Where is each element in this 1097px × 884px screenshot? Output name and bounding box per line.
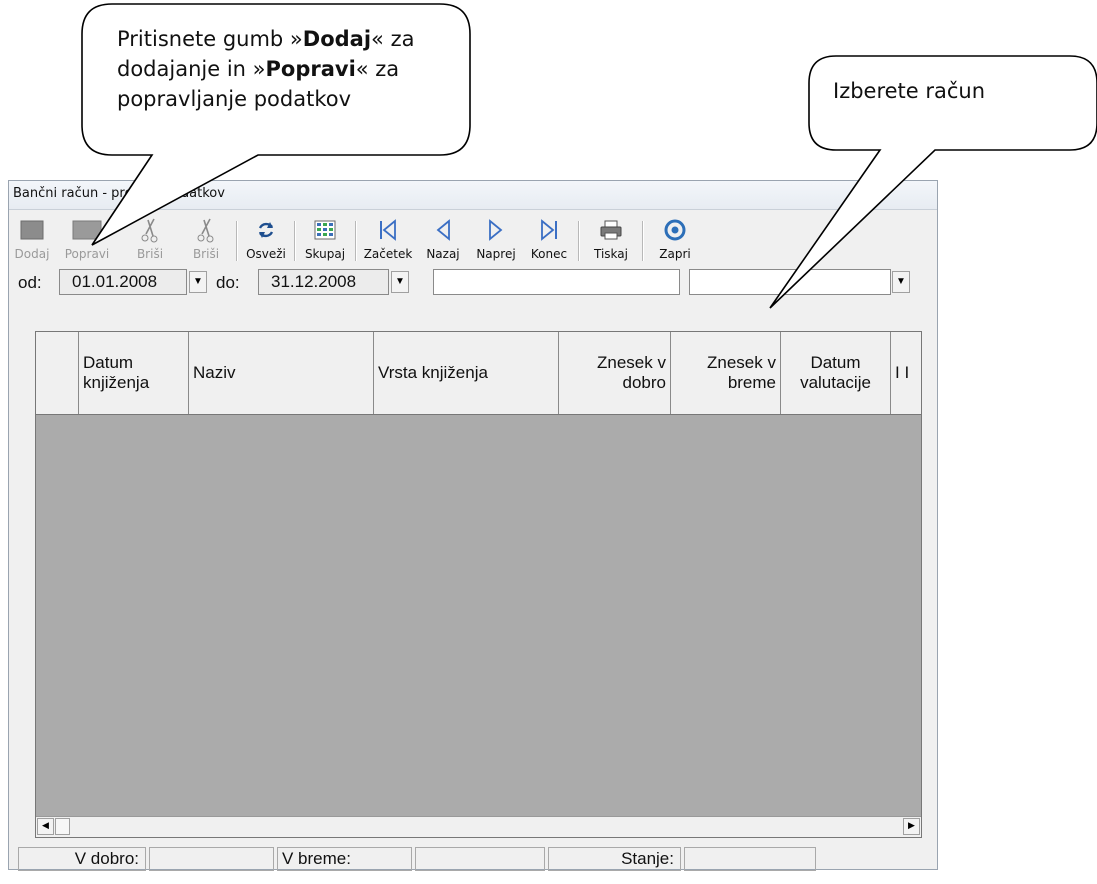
to-label: do:	[216, 273, 240, 292]
next-icon	[470, 215, 522, 245]
column-header-datum-knjizenja[interactable]: Datum knjiženja	[79, 332, 189, 414]
account-dropdown[interactable]: ▼	[892, 271, 910, 293]
from-date-dropdown[interactable]: ▼	[189, 271, 207, 293]
toolbar-separator	[294, 221, 296, 261]
scissors-icon	[178, 215, 234, 245]
credit-value	[149, 847, 274, 871]
toolbar-separator	[578, 221, 580, 261]
popravi-emphasis: Popravi	[265, 57, 356, 81]
refresh-button[interactable]: Osveži	[240, 215, 292, 267]
add-icon	[12, 215, 52, 245]
grid-header: Datum knjiženja Naziv Vrsta knjiženja Zn…	[36, 332, 921, 415]
delete-button-2[interactable]: Briši	[178, 215, 234, 267]
data-grid[interactable]: Datum knjiženja Naziv Vrsta knjiženja Zn…	[35, 331, 922, 838]
summary-button[interactable]: Skupaj	[297, 215, 353, 267]
edit-button[interactable]: Popravi	[52, 215, 122, 267]
previous-button[interactable]: Nazaj	[418, 215, 468, 267]
refresh-icon	[240, 215, 292, 245]
print-button[interactable]: Tiskaj	[582, 215, 640, 267]
first-button[interactable]: Začetek	[358, 215, 418, 267]
dodaj-emphasis: Dodaj	[302, 27, 372, 51]
toolbar-separator	[355, 221, 357, 261]
window-content: Dodaj Popravi Briši Briši Osveži Skupaj …	[12, 211, 934, 871]
to-date-field[interactable]: 31.12.2008	[258, 269, 389, 295]
horizontal-scrollbar[interactable]: ◀ ▶	[36, 816, 921, 837]
printer-icon	[582, 215, 640, 245]
column-header-vrsta-knjizenja[interactable]: Vrsta knjiženja	[374, 332, 559, 414]
last-button[interactable]: Konec	[524, 215, 574, 267]
to-date-dropdown[interactable]: ▼	[391, 271, 409, 293]
previous-icon	[418, 215, 468, 245]
debit-value	[415, 847, 545, 871]
column-header-selector[interactable]	[36, 332, 79, 414]
next-button[interactable]: Naprej	[470, 215, 522, 267]
account-select[interactable]	[689, 269, 891, 295]
toolbar: Dodaj Popravi Briši Briši Osveži Skupaj …	[12, 215, 934, 267]
summary-icon	[297, 215, 353, 245]
close-icon	[646, 215, 704, 245]
callout-right-text: Izberete račun	[833, 79, 986, 103]
credit-label: V dobro:	[18, 847, 146, 871]
last-icon	[524, 215, 574, 245]
from-label: od:	[18, 273, 42, 292]
edit-icon	[52, 215, 122, 245]
callout-left-text: Pritisnete gumb »Dodaj« za dodajanje in …	[117, 27, 415, 111]
column-header-datum-valutacije[interactable]: Datum valutacije	[781, 332, 891, 414]
filter-row: od: 01.01.2008 ▼ do: 31.12.2008 ▼ ▼	[12, 269, 932, 299]
scroll-left-icon[interactable]: ◀	[37, 818, 54, 835]
status-bar: V dobro: V breme: Stanje:	[18, 847, 918, 871]
close-button[interactable]: Zapri	[646, 215, 704, 267]
column-header-znesek-v-breme[interactable]: Znesek v breme	[671, 332, 781, 414]
toolbar-separator	[642, 221, 644, 261]
scroll-right-icon[interactable]: ▶	[903, 818, 920, 835]
column-header-znesek-v-dobro[interactable]: Znesek v dobro	[559, 332, 671, 414]
balance-value	[684, 847, 816, 871]
column-header-clipped[interactable]: I I	[891, 332, 921, 414]
search-field[interactable]	[433, 269, 680, 295]
first-icon	[358, 215, 418, 245]
column-header-naziv[interactable]: Naziv	[189, 332, 374, 414]
scrollbar-thumb[interactable]	[55, 818, 70, 835]
from-date-field[interactable]: 01.01.2008	[59, 269, 187, 295]
app-window: Bančni račun - pregled podatkov Dodaj Po…	[8, 180, 938, 871]
balance-label: Stanje:	[548, 847, 681, 871]
scissors-icon	[122, 215, 178, 245]
debit-label: V breme:	[277, 847, 412, 871]
toolbar-separator	[236, 221, 238, 261]
window-title: Bančni račun - pregled podatkov	[9, 181, 937, 210]
delete-button-1[interactable]: Briši	[122, 215, 178, 267]
add-button[interactable]: Dodaj	[12, 215, 52, 267]
